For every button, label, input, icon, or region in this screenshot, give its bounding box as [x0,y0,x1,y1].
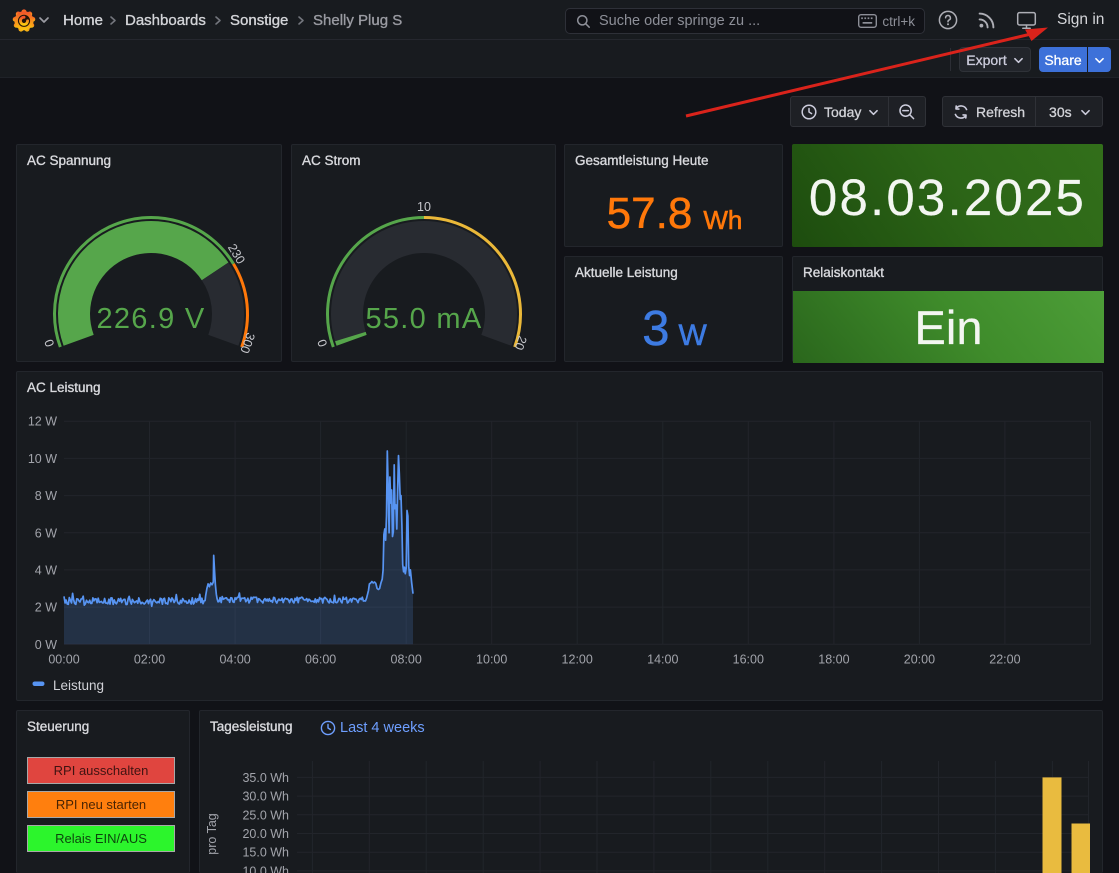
svg-text:08:00: 08:00 [391,653,422,667]
svg-text:02:00: 02:00 [134,653,165,667]
svg-text:04:00: 04:00 [219,653,250,667]
svg-text:10 W: 10 W [28,452,57,466]
svg-text:8 W: 8 W [35,489,57,503]
svg-text:12:00: 12:00 [562,653,593,667]
svg-text:0: 0 [42,337,58,348]
svg-text:22:00: 22:00 [989,653,1020,667]
svg-text:15.0 Wh: 15.0 Wh [242,846,289,860]
svg-text:35.0 Wh: 35.0 Wh [242,771,289,785]
svg-text:20.0 Wh: 20.0 Wh [242,827,289,841]
svg-text:25.0 Wh: 25.0 Wh [242,808,289,822]
svg-text:00:00: 00:00 [48,653,79,667]
svg-text:30.0 Wh: 30.0 Wh [242,790,289,804]
svg-text:10.0 Wh: 10.0 Wh [242,864,289,873]
svg-text:06:00: 06:00 [305,653,336,667]
svg-text:14:00: 14:00 [647,653,678,667]
svg-text:18:00: 18:00 [818,653,849,667]
svg-text:4 W: 4 W [35,563,57,577]
svg-text:16:00: 16:00 [733,653,764,667]
svg-text:0 W: 0 W [35,638,57,652]
svg-text:10: 10 [417,200,431,214]
svg-text:10:00: 10:00 [476,653,507,667]
svg-text:6 W: 6 W [35,526,57,540]
svg-text:226.9 V: 226.9 V [96,303,205,335]
svg-text:55.0 mA: 55.0 mA [365,303,482,335]
svg-text:20:00: 20:00 [904,653,935,667]
svg-text:Leistung: Leistung [53,678,104,693]
svg-text:pro Tag: pro Tag [205,813,219,855]
svg-text:12 W: 12 W [28,415,57,429]
svg-text:2 W: 2 W [35,601,57,615]
svg-text:0: 0 [315,337,331,348]
